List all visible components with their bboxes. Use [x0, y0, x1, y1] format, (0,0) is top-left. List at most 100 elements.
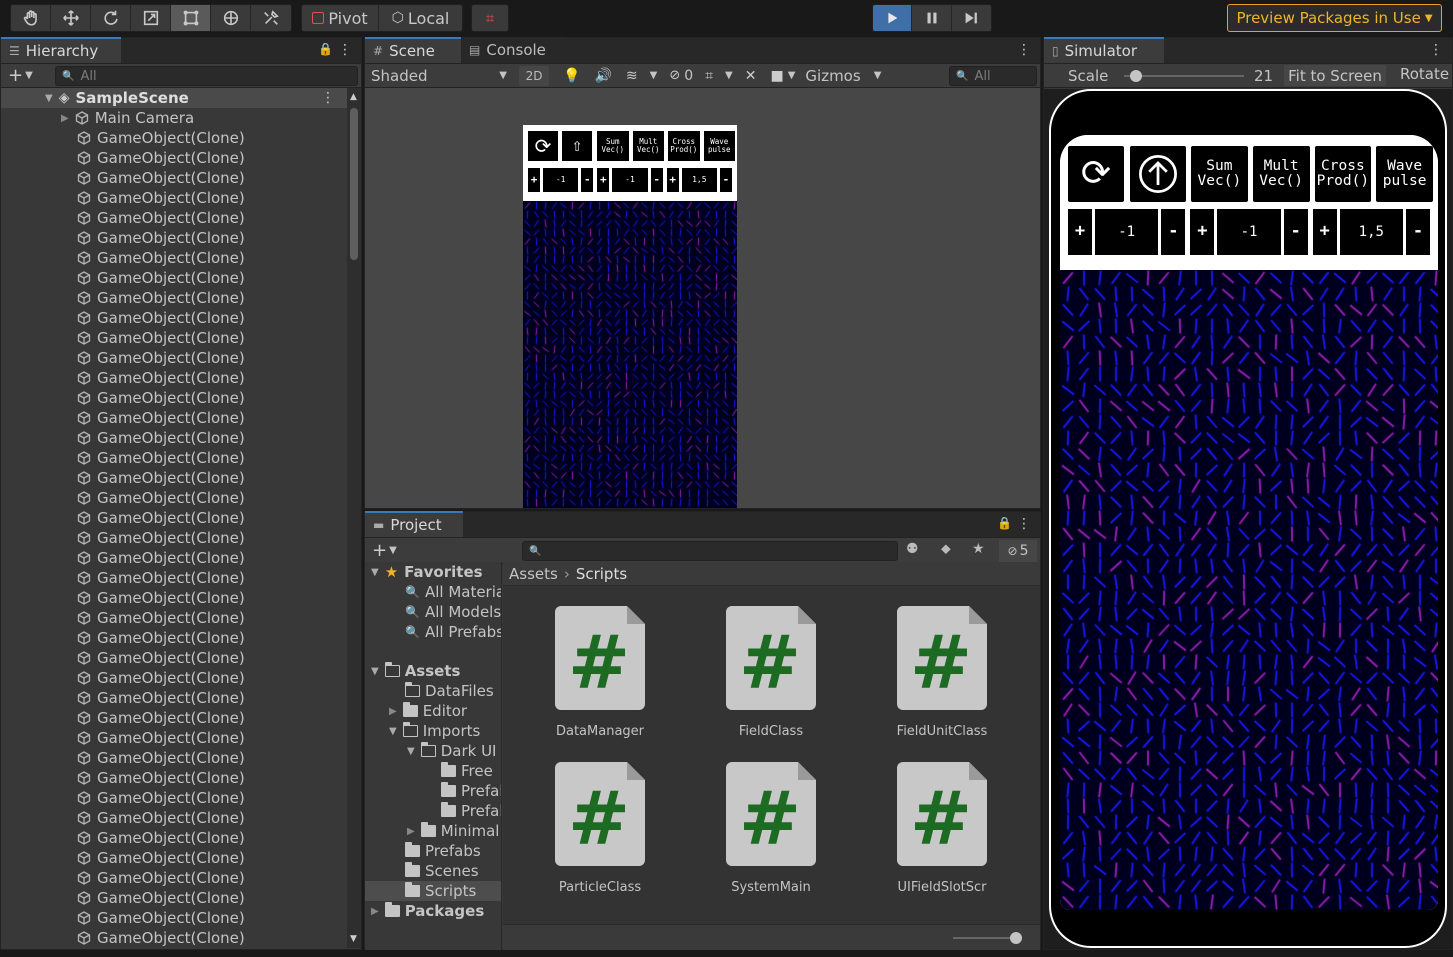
script-asset[interactable]: # DataManager [545, 606, 655, 739]
hierarchy-item-gameobject-clone[interactable]: GameObject(Clone) [1, 708, 347, 728]
kebab-menu-icon[interactable]: ⋮ [338, 42, 352, 58]
script-asset[interactable]: # UIFieldSlotScr [887, 762, 997, 895]
scale-slider-thumb[interactable] [1130, 70, 1142, 82]
camera-icon[interactable]: ■ [770, 68, 783, 84]
scene-search-input[interactable]: 🔍 All [949, 66, 1037, 86]
hierarchy-item-gameobject-clone[interactable]: GameObject(Clone) [1, 128, 347, 148]
hierarchy-item-gameobject-clone[interactable]: GameObject(Clone) [1, 568, 347, 588]
script-asset[interactable]: # ParticleClass [545, 762, 655, 895]
scene-row[interactable]: ▼ ◈ SampleScene ⋮ [1, 88, 347, 108]
script-asset[interactable]: # SystemMain [716, 762, 826, 895]
filter-by-type-icon[interactable]: ⚉ [906, 541, 919, 557]
hierarchy-scrollbar[interactable]: ▲ ▼ [347, 88, 361, 948]
tab-simulator[interactable]: ▯ Simulator [1044, 37, 1164, 63]
hierarchy-item-gameobject-clone[interactable]: GameObject(Clone) [1, 748, 347, 768]
chevron-down-icon[interactable]: ▼ [25, 70, 33, 81]
hierarchy-item-gameobject-clone[interactable]: GameObject(Clone) [1, 508, 347, 528]
preview-packages-button[interactable]: Preview Packages in Use ▼ [1227, 4, 1442, 32]
chevron-down-icon[interactable]: ▼ [650, 70, 658, 81]
hand-tool-icon[interactable] [11, 5, 51, 31]
lighting-icon[interactable]: 💡 [563, 68, 580, 84]
hierarchy-item-gameobject-clone[interactable]: GameObject(Clone) [1, 848, 347, 868]
zoom-slider-thumb[interactable] [1009, 932, 1022, 944]
increment-button[interactable]: + [1067, 208, 1093, 256]
folder-prefabs-1[interactable]: Prefal [365, 781, 501, 801]
game-ui-button[interactable]: Sum Vec() [1190, 145, 1249, 203]
assets-folder[interactable]: ▼ Assets [365, 661, 501, 681]
device-screen[interactable]: ⟳ Sum Vec() Mult Vec() Cross Prod() Wave pulse … [1060, 135, 1438, 910]
increment-button[interactable]: + [1311, 208, 1338, 256]
pause-button[interactable] [912, 5, 952, 31]
tools-icon[interactable]: ✕ [745, 68, 757, 84]
hierarchy-item-gameobject-clone[interactable]: GameObject(Clone) [1, 368, 347, 388]
decrement-button[interactable]: - [1160, 208, 1187, 256]
scale-tool-icon[interactable] [131, 5, 171, 31]
hierarchy-item-gameobject-clone[interactable]: GameObject(Clone) [1, 528, 347, 548]
lock-icon[interactable]: 🔒 [318, 42, 333, 56]
add-icon[interactable]: + [8, 65, 23, 86]
fit-to-screen-toggle[interactable]: Fit to Screen [1284, 65, 1386, 86]
custom-tool-icon[interactable] [251, 5, 291, 31]
hierarchy-item-gameobject-clone[interactable]: GameObject(Clone) [1, 668, 347, 688]
step-button[interactable] [952, 5, 991, 31]
pivot-button[interactable]: Pivot [302, 5, 380, 31]
tab-scene[interactable]: # Scene [365, 37, 461, 63]
hierarchy-item-gameobject-clone[interactable]: GameObject(Clone) [1, 408, 347, 428]
hierarchy-item-gameobject-clone[interactable]: GameObject(Clone) [1, 448, 347, 468]
hierarchy-item-gameobject-clone[interactable]: GameObject(Clone) [1, 348, 347, 368]
local-button[interactable]: ⬡ Local [379, 5, 462, 31]
hierarchy-item-gameobject-clone[interactable]: GameObject(Clone) [1, 908, 347, 928]
hierarchy-item-gameobject-clone[interactable]: GameObject(Clone) [1, 648, 347, 668]
folder-prefabs[interactable]: Prefabs [365, 841, 501, 861]
hierarchy-item-main-camera[interactable]: ▶ Main Camera [1, 108, 347, 128]
grid-snap-icon[interactable]: ⌗ [472, 5, 508, 31]
hierarchy-item-gameobject-clone[interactable]: GameObject(Clone) [1, 688, 347, 708]
lock-icon[interactable]: 🔒 [997, 516, 1012, 530]
hierarchy-item-gameobject-clone[interactable]: GameObject(Clone) [1, 248, 347, 268]
hierarchy-item-gameobject-clone[interactable]: GameObject(Clone) [1, 208, 347, 228]
hierarchy-item-gameobject-clone[interactable]: GameObject(Clone) [1, 188, 347, 208]
script-asset[interactable]: # FieldClass [716, 606, 826, 739]
tab-console[interactable]: ▤ Console [461, 37, 565, 63]
folder-scenes[interactable]: Scenes [365, 861, 501, 881]
breadcrumb-assets[interactable]: Assets [509, 565, 558, 583]
chevron-down-icon[interactable]: ▼ [725, 70, 733, 81]
folder-editor[interactable]: ▶ Editor [365, 701, 501, 721]
favorites-header[interactable]: ▼ ★ Favorites [365, 562, 501, 582]
hierarchy-item-gameobject-clone[interactable]: GameObject(Clone) [1, 788, 347, 808]
hierarchy-item-gameobject-clone[interactable]: GameObject(Clone) [1, 288, 347, 308]
hierarchy-item-gameobject-clone[interactable]: GameObject(Clone) [1, 888, 347, 908]
rotate-tool-icon[interactable] [91, 5, 131, 31]
game-ui-button[interactable]: Wave pulse [1375, 145, 1434, 203]
add-icon[interactable]: + [372, 540, 387, 561]
scale-slider-track[interactable] [1124, 75, 1244, 77]
game-ui-button[interactable]: Mult Vec() [1251, 145, 1311, 203]
hierarchy-item-gameobject-clone[interactable]: GameObject(Clone) [1, 228, 347, 248]
folder-free[interactable]: Free [365, 761, 501, 781]
hidden-packages-toggle[interactable]: ⊘ 5 [999, 540, 1037, 562]
star-icon[interactable]: ★ [972, 541, 985, 557]
tab-project[interactable]: ▬ Project [365, 511, 463, 537]
scene-menu-icon[interactable]: ⋮ [321, 90, 335, 106]
hierarchy-item-gameobject-clone[interactable]: GameObject(Clone) [1, 608, 347, 628]
favorite-item[interactable]: 🔍 All Models [365, 602, 501, 622]
move-tool-icon[interactable] [51, 5, 91, 31]
hierarchy-item-gameobject-clone[interactable]: GameObject(Clone) [1, 928, 347, 948]
scene-viewport[interactable]: ⟳ ⇧ Sum Vec() Mult Vec() Cross Prod() Wave puls… [365, 88, 1040, 508]
folder-dark-ui[interactable]: ▼ Dark UI [365, 741, 501, 761]
hierarchy-item-gameobject-clone[interactable]: GameObject(Clone) [1, 268, 347, 288]
gizmos-dropdown[interactable]: Gizmos ▼ [799, 65, 887, 87]
folder-scripts[interactable]: Scripts [365, 881, 501, 901]
hierarchy-item-gameobject-clone[interactable]: GameObject(Clone) [1, 588, 347, 608]
hierarchy-item-gameobject-clone[interactable]: GameObject(Clone) [1, 548, 347, 568]
kebab-menu-icon[interactable]: ⋮ [1017, 42, 1031, 58]
upload-button[interactable] [1129, 145, 1187, 203]
breadcrumb-scripts[interactable]: Scripts [576, 565, 627, 583]
hierarchy-item-gameobject-clone[interactable]: GameObject(Clone) [1, 768, 347, 788]
hierarchy-item-gameobject-clone[interactable]: GameObject(Clone) [1, 428, 347, 448]
hierarchy-item-gameobject-clone[interactable]: GameObject(Clone) [1, 808, 347, 828]
favorite-item[interactable]: 🔍 All Materia [365, 582, 501, 602]
audio-icon[interactable]: 🔊 [594, 68, 611, 84]
folder-datafiles[interactable]: DataFiles [365, 681, 501, 701]
game-ui-button[interactable]: Cross Prod() [1313, 145, 1373, 203]
